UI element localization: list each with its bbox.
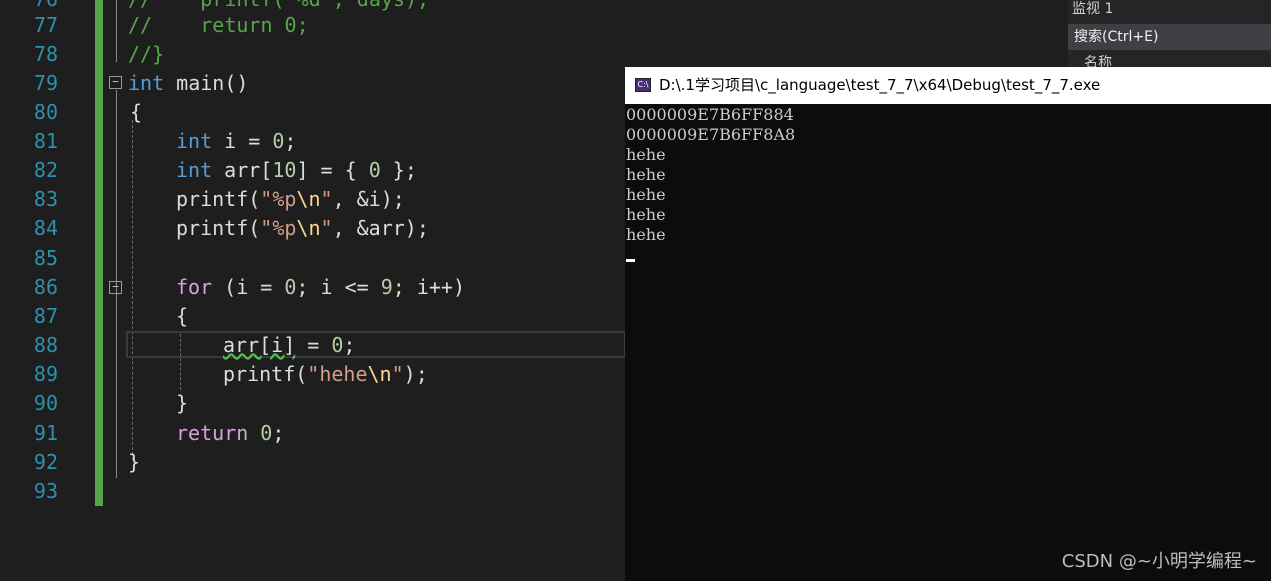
watermark: CSDN @~小明学编程~ (1061, 551, 1257, 572)
console-output-line: 0000009E7B6FF884 (626, 105, 794, 124)
line-number: 83 (33, 187, 58, 211)
collapse-icon[interactable]: − (109, 76, 122, 89)
escape-sequence: \n (296, 216, 321, 240)
keyword: int (176, 158, 213, 182)
console-output-line: hehe (626, 165, 666, 184)
code-text: , &arr); (332, 216, 429, 240)
line-number: 80 (33, 100, 58, 124)
code-text: ); (403, 362, 428, 386)
code-text: ; (343, 333, 356, 357)
number-literal: 0 (331, 333, 344, 357)
line-number: 79 (33, 71, 58, 95)
code-line-82: int arr[10] = { 0 }; (176, 156, 417, 185)
escape-sequence: \n (367, 362, 392, 386)
string-literal: " (391, 362, 404, 386)
indent-guide (132, 120, 133, 460)
keyword: for (176, 275, 213, 299)
console-output-line: hehe (626, 225, 666, 244)
code-line-88: arr[i] = 0; (223, 331, 355, 360)
number-literal: 0 (260, 421, 273, 445)
code-text: (i = (212, 275, 285, 299)
code-text: printf( (176, 187, 261, 211)
code-line-90: } (176, 391, 189, 415)
string-literal: "hehe (307, 362, 368, 386)
code-text: ; i <= (296, 275, 381, 299)
console-title-bar[interactable]: C:\ D:\.1学习项目\c_language\test_7_7\x64\De… (625, 67, 1271, 104)
escape-sequence: \n (296, 187, 321, 211)
console-title-text: D:\.1学习项目\c_language\test_7_7\x64\Debug\… (659, 76, 1101, 94)
code-line-84: printf("%p\n", &arr); (176, 214, 429, 243)
console-output-line: hehe (626, 205, 666, 224)
line-number: 86 (33, 275, 58, 299)
collapse-icon[interactable]: − (109, 281, 122, 294)
code-text: main() (164, 71, 249, 95)
code-text: = (295, 333, 332, 357)
change-indicator-bar (95, 0, 103, 506)
code-line-91: return 0; (176, 419, 284, 448)
code-text: ; (284, 129, 297, 153)
keyword: int (128, 71, 165, 95)
string-literal: " (320, 216, 333, 240)
code-text: }; (380, 158, 417, 182)
code-text: arr[ (212, 158, 273, 182)
code-line-92: } (128, 450, 141, 474)
watch-search-input[interactable]: 搜索(Ctrl+E) (1068, 24, 1271, 50)
line-number: 81 (33, 129, 58, 153)
code-text: ; i++) (392, 275, 466, 299)
console-output-line: 0000009E7B6FF8A8 (626, 125, 796, 144)
watch-panel: 监视 1 搜索(Ctrl+E) 名称 (1068, 0, 1271, 71)
code-line-77: // return 0; (128, 13, 309, 37)
string-literal: "%p (260, 216, 297, 240)
line-number: 90 (33, 391, 58, 415)
code-line-80: { (130, 100, 143, 124)
number-literal: 0 (368, 158, 381, 182)
console-app-icon: C:\ (635, 78, 651, 92)
number-literal: 9 (380, 275, 393, 299)
code-line-89: printf("hehe\n"); (223, 360, 428, 389)
string-literal: "%p (260, 187, 297, 211)
console-output-line: hehe (626, 185, 666, 204)
code-text: printf( (176, 216, 261, 240)
line-number: 82 (33, 158, 58, 182)
line-number: 92 (33, 450, 58, 474)
console-cursor (626, 259, 635, 262)
code-text: printf( (223, 362, 308, 386)
code-line-86: for (i = 0; i <= 9; i++) (176, 273, 465, 302)
code-line-78: //} (128, 42, 165, 66)
code-text: arr[i] (223, 333, 296, 357)
console-output: 0000009E7B6FF884 0000009E7B6FF8A8 hehe h… (625, 105, 1271, 262)
code-line-87: { (176, 304, 189, 328)
string-literal: " (320, 187, 333, 211)
number-literal: 10 (272, 158, 297, 182)
keyword: return (176, 421, 249, 445)
code-line-83: printf("%p\n", &i); (176, 185, 405, 214)
console-window[interactable]: C:\ D:\.1学习项目\c_language\test_7_7\x64\De… (625, 67, 1271, 581)
code-text: , &i); (332, 187, 405, 211)
line-number: 88 (33, 333, 58, 357)
keyword: int (176, 129, 213, 153)
number-literal: 0 (272, 129, 285, 153)
fold-line (116, 0, 117, 62)
current-line-highlight (126, 331, 625, 358)
line-number: 91 (33, 421, 58, 445)
line-number: 78 (33, 42, 58, 66)
console-output-line: hehe (626, 145, 666, 164)
line-number: 93 (33, 479, 58, 503)
code-text: i = (212, 129, 273, 153)
line-number: 87 (33, 304, 58, 328)
line-number: 85 (33, 246, 58, 270)
code-line-81: int i = 0; (176, 127, 296, 156)
code-line-79: int main() (128, 69, 248, 98)
code-editor[interactable]: 76 77 78 79 80 81 82 83 84 85 86 87 88 8… (0, 0, 625, 581)
line-number: 77 (33, 13, 58, 37)
watch-panel-title[interactable]: 监视 1 (1072, 0, 1113, 21)
code-text: ] = { (296, 158, 369, 182)
line-number: 89 (33, 362, 58, 386)
number-literal: 0 (284, 275, 297, 299)
line-number: 84 (33, 216, 58, 240)
code-text: ; (272, 421, 285, 445)
